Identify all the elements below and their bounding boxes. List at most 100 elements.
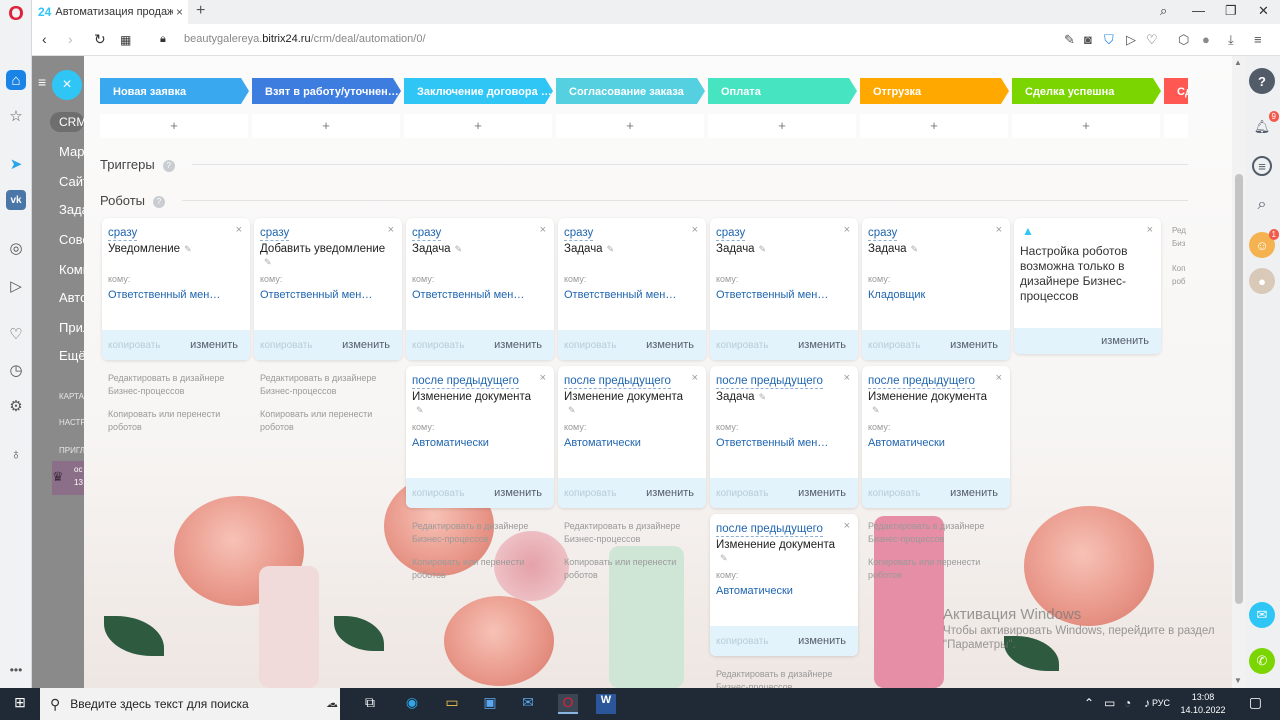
shield-icon[interactable]: ⛉ [1104, 32, 1114, 48]
edit-button[interactable]: изменить [798, 487, 846, 499]
taskbar-search-input[interactable]: ⚲ Введите здесь текст для поиска [40, 688, 340, 720]
minimize-icon[interactable]: — [1192, 3, 1205, 18]
designer-link[interactable]: Редактировать в дизайнере Бизнес-процесс… [260, 372, 400, 398]
copy-move-link[interactable]: Копировать или перенести роботов [108, 408, 248, 434]
stage-contract[interactable]: Заключение договора … [404, 78, 553, 104]
menu-small-item[interactable]: КАРТА [59, 392, 84, 401]
help-icon[interactable]: ? [162, 160, 175, 172]
robot-condition[interactable]: после предыдущего [868, 375, 975, 389]
stage-new[interactable]: Новая заявка [100, 78, 249, 104]
avatar[interactable]: ☺ 1 [1249, 229, 1279, 258]
menu-small-item[interactable]: ПРИГЛ [59, 446, 84, 455]
user-profile[interactable]: ♛ ос 13 [52, 461, 84, 495]
menu-item[interactable]: Ещё [59, 348, 84, 363]
stage-shipment[interactable]: Отгрузка [860, 78, 1009, 104]
send-icon[interactable]: ▷ [6, 276, 26, 296]
back-icon[interactable]: ‹ [42, 31, 47, 47]
delete-robot-icon[interactable]: × [692, 224, 698, 236]
robot-condition[interactable]: сразу [564, 227, 594, 241]
send-flow-icon[interactable]: ▷ [1126, 32, 1136, 48]
scroll-thumb[interactable] [1235, 174, 1243, 604]
copy-button[interactable]: копировать [260, 340, 313, 351]
help-circle-icon[interactable]: ? [1249, 68, 1275, 94]
add-trigger-button[interactable]: + [404, 114, 552, 138]
robot-condition[interactable]: после предыдущего [564, 375, 671, 389]
robot-condition[interactable]: сразу [260, 227, 290, 241]
opera-logo-icon[interactable]: O [6, 3, 26, 25]
delete-robot-icon[interactable]: × [540, 372, 546, 384]
stage-in-work[interactable]: Взят в работу/уточнен… [252, 78, 401, 104]
designer-link[interactable]: Редактировать в дизайнере Бизнес-процесс… [868, 520, 1008, 546]
robot-responsible[interactable]: Кладовщик [868, 289, 1000, 301]
history-icon[interactable]: ◷ [6, 360, 26, 380]
robot-card[interactable]: после предыдущего × Изменение документа ✎… [558, 366, 706, 508]
designer-link[interactable]: Редактировать в дизайнере Бизнес-процесс… [716, 668, 856, 688]
chat-icon[interactable]: ≡ [1252, 156, 1272, 176]
robot-responsible[interactable]: Автоматически [412, 437, 544, 449]
scroll-down-icon[interactable]: ▼ [1234, 676, 1242, 685]
volume-icon[interactable]: ♪ [1144, 696, 1150, 710]
menu-item[interactable]: Прил [59, 320, 84, 335]
menu-item[interactable]: Сайт [59, 174, 84, 189]
edit-button[interactable]: изменить [798, 339, 846, 351]
copy-button[interactable]: копировать [716, 488, 769, 499]
robot-card[interactable]: после предыдущего × Изменение документа ✎… [406, 366, 554, 508]
copy-button[interactable]: копировать [412, 488, 465, 499]
add-trigger-button[interactable]: + [100, 114, 248, 138]
delete-robot-icon[interactable]: × [540, 224, 546, 236]
robot-responsible[interactable]: Автоматически [868, 437, 1000, 449]
tab-automation[interactable]: 24 Автоматизация продаж × [32, 0, 188, 24]
pencil-icon[interactable]: ✎ [416, 405, 424, 415]
edge-icon[interactable]: ◉ [402, 694, 422, 714]
wifi-icon[interactable]: ◔ [1124, 696, 1131, 710]
add-trigger-button[interactable]: + [860, 114, 1008, 138]
vertical-scrollbar[interactable]: ▲ ▼ [1232, 56, 1246, 688]
heart-icon[interactable]: ♡ [6, 324, 26, 344]
edit-button[interactable]: изменить [1101, 335, 1149, 347]
copy-button[interactable]: копировать [716, 636, 769, 647]
avatar[interactable]: ● [1249, 268, 1275, 294]
edit-icon[interactable]: ✎ [1064, 32, 1075, 48]
camera-icon[interactable]: ◙ [1084, 32, 1092, 47]
copy-button[interactable]: копировать [868, 340, 921, 351]
robot-responsible[interactable]: Автоматически [716, 585, 848, 597]
favorite-heart-icon[interactable]: ♡ [1146, 32, 1158, 48]
edit-button[interactable]: изменить [950, 487, 998, 499]
robot-card[interactable]: после предыдущего × Изменение документа ✎… [862, 366, 1010, 508]
copy-move-link[interactable]: Копировать или перенести роботов [868, 556, 1008, 582]
robot-responsible[interactable]: Ответственный мен… [260, 289, 392, 301]
robot-condition[interactable]: сразу [108, 227, 138, 241]
telegram-icon[interactable]: ➤ [6, 154, 26, 174]
add-trigger-button[interactable]: + [556, 114, 704, 138]
robot-responsible[interactable]: Ответственный мен… [716, 289, 848, 301]
add-trigger-button[interactable]: + [1012, 114, 1160, 138]
crm-badge[interactable]: CRM [50, 112, 86, 132]
add-trigger-button[interactable] [1164, 114, 1188, 138]
home-icon[interactable]: ⌂ [6, 70, 26, 90]
robot-card[interactable]: сразу × Задача ✎ кому: Кладовщик копирова… [862, 218, 1010, 360]
delete-robot-icon[interactable]: × [388, 224, 394, 236]
close-slider-button[interactable]: × [52, 70, 82, 100]
pencil-icon[interactable]: ✎ [759, 392, 767, 402]
tabs-grid-icon[interactable]: ▦ [120, 33, 131, 47]
designer-link[interactable]: Редактировать в дизайнере Бизнес-процесс… [412, 520, 552, 546]
pencil-icon[interactable]: ✎ [911, 244, 919, 254]
robot-condition[interactable]: после предыдущего [412, 375, 519, 389]
pencil-icon[interactable]: ✎ [607, 244, 615, 254]
mail-icon[interactable]: ✉ [518, 694, 538, 714]
edit-button[interactable]: изменить [646, 339, 694, 351]
copy-button[interactable]: копировать [108, 340, 161, 351]
star-icon[interactable]: ☆ [6, 106, 26, 126]
copy-move-link[interactable]: Копировать или перенести роботов [412, 556, 552, 582]
robot-card[interactable]: после предыдущего × Задача ✎ кому: Ответс… [710, 366, 858, 508]
menu-item[interactable]: Мар [59, 144, 84, 159]
robot-condition[interactable]: сразу [412, 227, 442, 241]
robot-responsible[interactable]: Ответственный мен… [564, 289, 696, 301]
robot-responsible[interactable]: Ответственный мен… [412, 289, 544, 301]
menu-item[interactable]: Комп [59, 262, 84, 277]
settings-gear-icon[interactable]: ⚙ [6, 396, 26, 416]
bell-icon[interactable]: 🔔︎ 9 [1249, 111, 1279, 140]
edit-button[interactable]: изменить [646, 487, 694, 499]
menu-icon[interactable]: ≡ [1254, 32, 1262, 47]
robot-condition[interactable]: после предыдущего [716, 375, 823, 389]
